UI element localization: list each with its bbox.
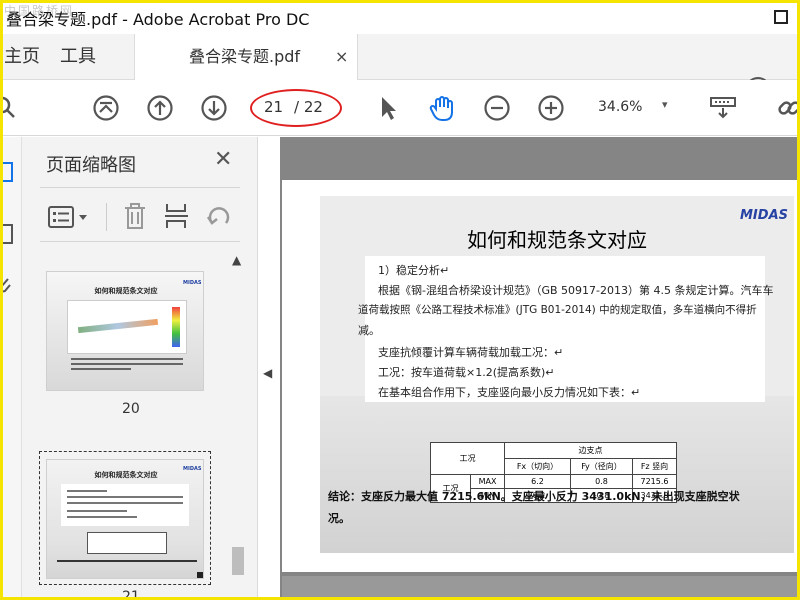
page-thumbnail-21[interactable]: 如何和规范条文对应 MIDAS bbox=[46, 459, 204, 579]
table-header-fz: Fz 竖向 bbox=[632, 458, 677, 475]
zoom-in-icon[interactable] bbox=[537, 94, 565, 122]
thumbnail-number-21: 21 bbox=[122, 589, 140, 600]
thumbnail-figure bbox=[67, 300, 187, 354]
table-header-case: 工况 bbox=[430, 442, 505, 475]
search-icon[interactable] bbox=[0, 94, 20, 122]
thumbnail-logo: MIDAS bbox=[183, 466, 202, 472]
scroll-mode-icon[interactable] bbox=[708, 94, 738, 122]
page-heading: 如何和规范条文对应 bbox=[467, 228, 647, 252]
next-page-icon[interactable] bbox=[200, 94, 228, 122]
divider bbox=[40, 241, 240, 242]
toolbar: 21 / 22 34.6% ▾ bbox=[0, 80, 800, 136]
thumbnail-toolbar bbox=[40, 197, 240, 237]
divider bbox=[106, 203, 107, 231]
thumbnail-logo: MIDAS bbox=[183, 280, 202, 286]
thumbnail-text-line bbox=[67, 510, 127, 512]
tab-document[interactable]: 叠合梁专题.pdf × bbox=[134, 34, 358, 81]
thumbnail-text-line bbox=[57, 560, 197, 562]
previous-page-icon[interactable] bbox=[146, 94, 174, 122]
zoom-dropdown-icon[interactable]: ▾ bbox=[662, 98, 668, 111]
page-thumbnails-icon[interactable] bbox=[0, 161, 14, 183]
paragraph: 减。 bbox=[358, 324, 380, 337]
collapse-panel-icon[interactable]: ◀ bbox=[263, 366, 272, 380]
maximize-button[interactable] bbox=[774, 10, 788, 24]
bookmark-icon[interactable] bbox=[0, 223, 14, 245]
thumbnail-table bbox=[87, 532, 167, 554]
paragraph: 在基本组合作用下，支座竖向最小反力情况如下表：↵ bbox=[378, 386, 641, 399]
zoom-out-icon[interactable] bbox=[483, 94, 511, 122]
close-panel-icon[interactable]: ✕ bbox=[214, 147, 232, 172]
left-nav-strip bbox=[0, 137, 22, 600]
thumbnail-text-line bbox=[67, 516, 137, 518]
tab-home[interactable]: 主页 bbox=[4, 34, 40, 80]
table-cell: 6.2 bbox=[504, 474, 571, 489]
page-content: MIDAS 如何和规范条文对应 1）稳定分析↵ 根据《钢-混组合桥梁设计规范》（… bbox=[320, 196, 794, 553]
scroll-up-icon[interactable]: ▲ bbox=[232, 253, 241, 267]
table-header-group: 边支点 bbox=[504, 442, 677, 459]
paragraph: 道荷载按照《公路工程技术标准》(JTG B01-2014) 中的规定取值，多车道… bbox=[358, 304, 757, 316]
tab-bar: 主页 工具 叠合梁专题.pdf × ? bbox=[0, 34, 800, 103]
table-header-fx: Fx（切向） bbox=[504, 458, 571, 475]
red-highlight-ellipse bbox=[250, 89, 342, 127]
thumbnail-text-line bbox=[67, 490, 107, 492]
thumbnail-title: 如何和规范条文对应 bbox=[94, 287, 158, 295]
first-page-icon[interactable] bbox=[92, 94, 120, 122]
thumbnail-corner-handle[interactable] bbox=[197, 572, 203, 578]
next-page-edge bbox=[282, 576, 800, 600]
thumbnail-text-line bbox=[71, 368, 131, 370]
paragraph: 根据《钢-混组合桥梁设计规范》（GB 50917-2013）第 4.5 条规定计… bbox=[378, 284, 774, 297]
tab-tools[interactable]: 工具 bbox=[60, 34, 96, 80]
thumbnail-beam bbox=[77, 318, 159, 334]
document-tab-label: 叠合梁专题.pdf bbox=[189, 47, 301, 66]
thumbnail-text-line bbox=[67, 496, 183, 498]
paragraph: 支座抗倾覆计算车辆荷载加载工况：↵ bbox=[378, 346, 564, 359]
thumbnail-scrollbar[interactable]: ▲ bbox=[230, 249, 246, 600]
table-cell: MAX bbox=[470, 474, 505, 489]
thumbnail-text-block bbox=[61, 484, 189, 526]
attachment-icon[interactable] bbox=[0, 275, 14, 297]
thumbnail-legend bbox=[172, 307, 180, 347]
pdf-page[interactable]: MIDAS 如何和规范条文对应 1）稳定分析↵ 根据《钢-混组合桥梁设计规范》（… bbox=[282, 180, 800, 572]
midas-logo: MIDAS bbox=[740, 208, 788, 223]
conclusion-text: 结论：支座反力最大值 7215.6kN。支座最小反力 3431.0kN，未出现支… bbox=[328, 490, 740, 503]
thumbnail-text-line bbox=[67, 502, 183, 504]
options-menu-icon[interactable] bbox=[48, 205, 92, 229]
zoom-level[interactable]: 34.6% bbox=[598, 99, 642, 115]
select-cursor-icon[interactable] bbox=[374, 94, 402, 122]
title-bar: 中国路桥网 叠合梁专题.pdf - Adobe Acrobat Pro DC bbox=[0, 0, 800, 34]
thumbnail-text-line bbox=[71, 358, 183, 360]
page-thumbnails-panel: 页面缩略图 ✕ 如何和规范条文对应 MIDAS 20 如何和规范条文对应 MID… bbox=[22, 137, 258, 600]
divider bbox=[40, 187, 240, 188]
thumbnail-text-line bbox=[71, 363, 183, 365]
hand-tool-icon[interactable] bbox=[428, 94, 456, 122]
thumbnail-number-20: 20 bbox=[122, 401, 140, 417]
trash-icon[interactable] bbox=[120, 201, 150, 231]
insert-page-icon[interactable] bbox=[162, 201, 192, 231]
table-cell: 0.8 bbox=[570, 474, 633, 489]
paragraph: 1）稳定分析↵ bbox=[378, 264, 450, 277]
close-tab-icon[interactable]: × bbox=[335, 34, 348, 80]
table-header-fy: Fy（径向） bbox=[570, 458, 633, 475]
thumbnails-panel-title: 页面缩略图 bbox=[46, 155, 136, 176]
scrollbar-thumb[interactable] bbox=[232, 547, 244, 575]
window-title: 叠合梁专题.pdf - Adobe Acrobat Pro DC bbox=[6, 10, 310, 29]
conclusion-text: 况。 bbox=[328, 512, 350, 525]
table-cell: 7215.6 bbox=[632, 474, 677, 489]
thumbnail-title: 如何和规范条文对应 bbox=[94, 471, 158, 479]
paragraph: 工况：按车道荷载×1.2(提高系数)↵ bbox=[378, 366, 555, 379]
link-icon[interactable] bbox=[776, 94, 800, 122]
rotate-icon[interactable] bbox=[204, 201, 234, 231]
page-thumbnail-20[interactable]: 如何和规范条文对应 MIDAS bbox=[46, 271, 204, 391]
